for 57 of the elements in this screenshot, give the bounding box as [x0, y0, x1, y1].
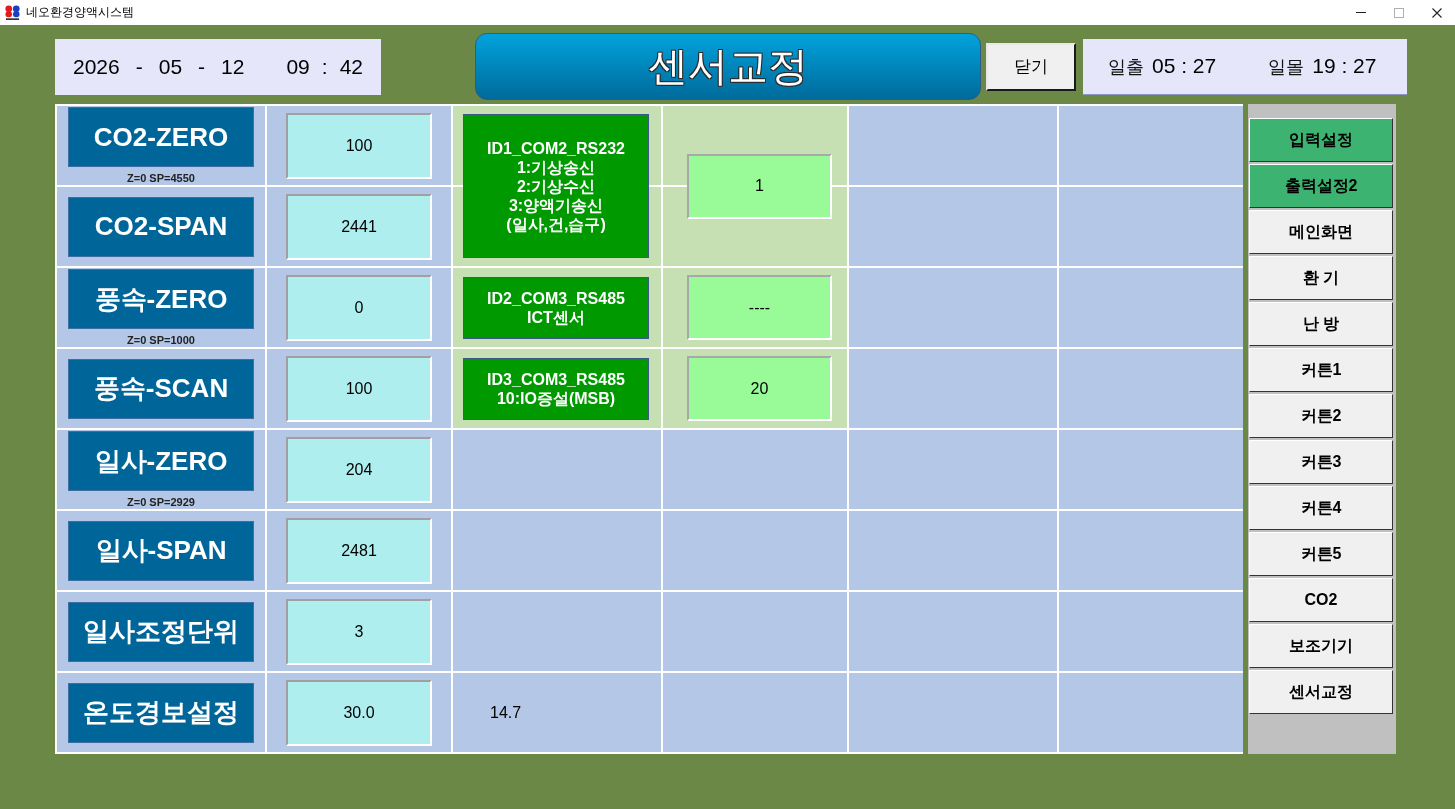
port-label: ID3_COM3_RS485 10:IO증설(MSB): [463, 357, 649, 420]
port-label: ID1_COM2_RS232 1:기상송신 2:기상수신 3:양액기송신 (일사,건,습구): [463, 114, 649, 258]
value-field[interactable]: 3: [286, 598, 432, 665]
sensor-label: 온도경보설정: [68, 682, 254, 743]
menu-button[interactable]: 난 방: [1249, 302, 1393, 346]
menu-button[interactable]: CO2: [1249, 578, 1393, 622]
value-field[interactable]: 204: [286, 436, 432, 503]
calibration-note: Z=0 SP=1000: [127, 334, 195, 346]
menu-button[interactable]: 커튼3: [1249, 440, 1393, 484]
port-value-field[interactable]: 20: [687, 356, 832, 421]
calibration-note: Z=0 SP=4550: [127, 172, 195, 184]
sensor-label: 일사조정단위: [68, 601, 254, 662]
sensor-label: 풍속-ZERO: [68, 269, 254, 329]
date-separator: -: [198, 54, 206, 79]
sun-label: 일출: [1108, 55, 1144, 79]
port-label: ID2_COM3_RS485 ICT센서: [463, 276, 649, 339]
menu-button[interactable]: 입력설정: [1249, 118, 1393, 162]
menu-button[interactable]: 커튼1: [1249, 348, 1393, 392]
sensor-label: 일사-ZERO: [68, 431, 254, 491]
value-field[interactable]: 100: [286, 355, 432, 422]
menu-button[interactable]: 센서교정: [1249, 670, 1393, 714]
time-separator: :: [321, 54, 328, 79]
menu-button[interactable]: 커튼5: [1249, 532, 1393, 576]
menu-button[interactable]: 커튼2: [1249, 394, 1393, 438]
sun-label: 일몰: [1268, 55, 1305, 79]
menu-button[interactable]: 출력설정2: [1249, 164, 1393, 208]
value-field[interactable]: 2441: [286, 193, 432, 260]
sensor-label: 풍속-SCAN: [68, 358, 254, 419]
sun-time: 05 : 27: [1152, 53, 1217, 78]
date-separator: -: [135, 54, 143, 79]
sensor-label: CO2-ZERO: [68, 107, 254, 167]
value-field[interactable]: 0: [286, 274, 432, 341]
maximize-icon[interactable]: [1394, 7, 1404, 18]
time-value: 42: [339, 54, 363, 79]
port-value-field[interactable]: 1: [687, 153, 832, 219]
menu-button[interactable]: 보조기기: [1249, 624, 1393, 668]
value-field[interactable]: 30.0: [286, 679, 432, 746]
sun-time: 19 : 27: [1312, 53, 1377, 78]
value-field[interactable]: 2481: [286, 517, 432, 584]
date-value: 2026: [73, 54, 120, 79]
screen-title-banner: 센서교정: [475, 33, 981, 100]
reading-text: 14.7: [490, 703, 522, 722]
date-value: 12: [221, 54, 245, 79]
time-value: 09: [286, 54, 310, 79]
sensor-label: CO2-SPAN: [68, 196, 254, 257]
menu-button[interactable]: 메인화면: [1249, 210, 1393, 254]
date-value: 05: [158, 54, 183, 79]
value-field[interactable]: 100: [286, 112, 432, 179]
port-value-field[interactable]: ----: [687, 275, 832, 340]
sensor-label: 일사-SPAN: [68, 520, 254, 581]
logo-icon: [5, 5, 20, 20]
window-title: 네오환경양액시스템: [26, 4, 134, 21]
menu-button[interactable]: 환 기: [1249, 256, 1393, 300]
menu-button[interactable]: 커튼4: [1249, 486, 1393, 530]
close-button[interactable]: 닫기: [986, 42, 1076, 91]
close-icon[interactable]: [1432, 7, 1442, 18]
calibration-note: Z=0 SP=2929: [127, 496, 195, 508]
